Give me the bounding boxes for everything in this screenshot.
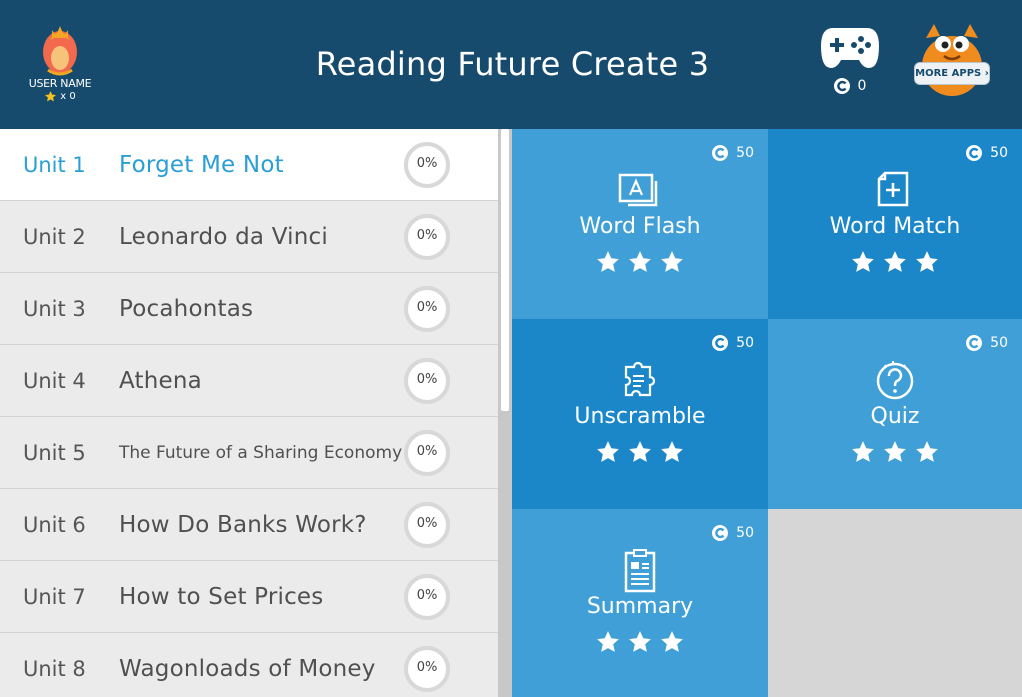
unit-title: Forget Me Not xyxy=(119,152,284,178)
star-icon xyxy=(852,251,874,272)
coin-icon xyxy=(712,335,729,351)
scroll-thumb[interactable] xyxy=(501,129,509,411)
star-icon xyxy=(629,251,651,272)
star-icon xyxy=(916,441,938,462)
unit-row-7[interactable]: Unit 7 How to Set Prices 0% xyxy=(0,561,498,633)
star-icon xyxy=(661,631,683,652)
progress-ring: 0% xyxy=(404,142,450,188)
coin-icon xyxy=(712,145,729,161)
add-card-icon xyxy=(877,171,909,207)
unit-label: Unit 3 xyxy=(23,297,86,321)
chevron-right-icon: › xyxy=(984,68,989,79)
user-profile[interactable]: USER NAME x 0 xyxy=(20,20,100,112)
activity-cost: 50 xyxy=(990,145,1008,161)
progress-ring: 0% xyxy=(404,646,450,692)
activity-stars xyxy=(512,439,768,465)
clipboard-doc-icon xyxy=(624,549,656,593)
unit-label: Unit 4 xyxy=(23,369,86,393)
unit-row-5[interactable]: Unit 5 The Future of a Sharing Economy 0… xyxy=(0,417,498,489)
unit-label: Unit 8 xyxy=(23,657,86,681)
star-icon xyxy=(597,441,619,462)
activity-word-flash[interactable]: 50 Word Flash xyxy=(512,129,768,319)
star-icon xyxy=(45,91,57,102)
activity-stars xyxy=(768,249,1022,275)
activity-stars xyxy=(512,629,768,655)
activity-label: Word Flash xyxy=(579,214,701,239)
unit-row-4[interactable]: Unit 4 Athena 0% xyxy=(0,345,498,417)
unit-label: Unit 5 xyxy=(23,441,86,465)
unit-title: Pocahontas xyxy=(119,296,254,322)
progress-ring: 0% xyxy=(404,430,450,476)
flashcards-icon xyxy=(618,173,658,207)
unit-title: Wagonloads of Money xyxy=(119,656,376,682)
activity-cost: 50 xyxy=(736,145,754,161)
unit-label: Unit 2 xyxy=(23,225,86,249)
star-icon xyxy=(852,441,874,462)
progress-ring: 0% xyxy=(404,214,450,260)
star-icon xyxy=(597,631,619,652)
page-title: Reading Future Create 3 xyxy=(315,45,710,83)
empty-tile xyxy=(768,509,1022,697)
more-apps-label: MORE APPS xyxy=(915,68,982,79)
activity-label: Unscramble xyxy=(574,404,706,429)
activity-label: Word Match xyxy=(829,214,961,239)
activity-cost: 50 xyxy=(736,335,754,351)
activity-label: Summary xyxy=(586,594,694,619)
star-icon xyxy=(884,251,906,272)
app-header: USER NAME x 0 Reading Future Create 3 0 xyxy=(0,0,1022,129)
unit-row-3[interactable]: Unit 3 Pocahontas 0% xyxy=(0,273,498,345)
unit-title: How to Set Prices xyxy=(119,584,324,610)
unit-row-8[interactable]: Unit 8 Wagonloads of Money 0% xyxy=(0,633,498,697)
coin-icon xyxy=(966,335,983,351)
games-button[interactable]: 0 xyxy=(818,22,882,102)
puzzle-list-icon xyxy=(624,361,656,397)
unit-label: Unit 6 xyxy=(23,513,86,537)
unit-title: The Future of a Sharing Economy xyxy=(119,443,403,463)
question-bubble-icon xyxy=(876,361,914,400)
star-icon xyxy=(629,441,651,462)
star-icon xyxy=(884,441,906,462)
coin-icon xyxy=(712,525,729,541)
activity-quiz[interactable]: 50 Quiz xyxy=(768,319,1022,509)
unit-title: Athena xyxy=(119,368,202,394)
activity-summary[interactable]: 50 Summary xyxy=(512,509,768,697)
unit-title: Leonardo da Vinci xyxy=(119,224,328,250)
coin-icon xyxy=(833,78,850,94)
unit-title: How Do Banks Work? xyxy=(119,512,367,538)
star-icon xyxy=(629,631,651,652)
star-icon xyxy=(916,251,938,272)
star-count: x 0 xyxy=(60,90,76,102)
unit-label: Unit 7 xyxy=(23,585,86,609)
activity-cost: 50 xyxy=(736,525,754,541)
activity-stars xyxy=(512,249,768,275)
unit-row-2[interactable]: Unit 2 Leonardo da Vinci 0% xyxy=(0,201,498,273)
star-icon xyxy=(661,251,683,272)
progress-ring: 0% xyxy=(404,286,450,332)
activity-unscramble[interactable]: 50 Unscramble xyxy=(512,319,768,509)
unit-list: Unit 1 Forget Me Not 0% Unit 2 Leonardo … xyxy=(0,129,498,697)
star-icon xyxy=(661,441,683,462)
unit-row-6[interactable]: Unit 6 How Do Banks Work? 0% xyxy=(0,489,498,561)
activity-cost: 50 xyxy=(990,335,1008,351)
activity-word-match[interactable]: 50 Word Match xyxy=(768,129,1022,319)
coin-count: 0 xyxy=(857,78,867,94)
gamepad-icon xyxy=(821,28,879,68)
activity-stars xyxy=(768,439,1022,465)
coin-icon xyxy=(966,145,983,161)
unit-list-scrollbar[interactable] xyxy=(498,129,512,697)
star-icon xyxy=(597,251,619,272)
egg-mascot-icon xyxy=(43,26,77,76)
progress-ring: 0% xyxy=(404,574,450,620)
progress-ring: 0% xyxy=(404,502,450,548)
activity-label: Quiz xyxy=(870,404,920,429)
more-apps-button[interactable]: MORE APPS › xyxy=(912,22,992,102)
unit-label: Unit 1 xyxy=(23,153,86,177)
progress-ring: 0% xyxy=(404,358,450,404)
unit-row-1[interactable]: Unit 1 Forget Me Not 0% xyxy=(0,129,498,201)
user-name: USER NAME xyxy=(28,77,92,90)
